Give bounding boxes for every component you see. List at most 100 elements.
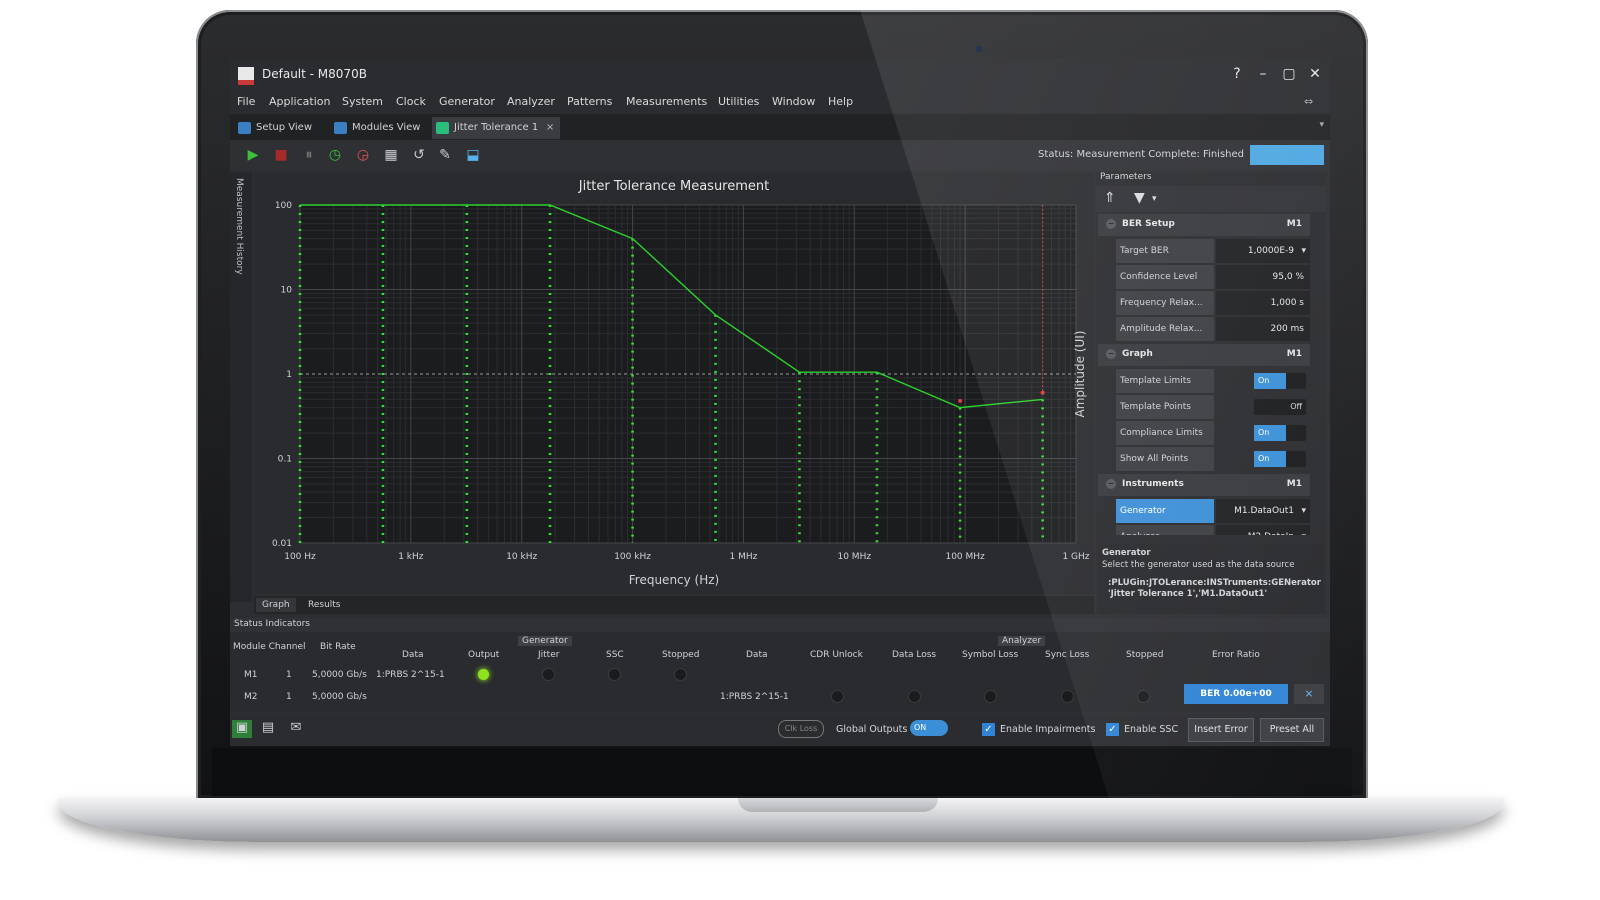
enable-impairments-checkbox[interactable]: ✓ <box>982 723 995 736</box>
global-outputs-toggle[interactable]: ON <box>910 720 948 736</box>
tab-graph[interactable]: Graph <box>256 598 296 612</box>
param-show-all-points[interactable]: Show All Points On <box>1116 447 1310 471</box>
param-analyzer[interactable]: Analyzer M2.DataIn <box>1116 525 1310 535</box>
tab-overflow-icon[interactable]: ▾ <box>1319 120 1324 130</box>
collapse-icon[interactable]: − <box>1106 349 1116 359</box>
chart-title: Jitter Tolerance Measurement <box>578 179 770 194</box>
tab-label: Jitter Tolerance 1 <box>454 122 539 133</box>
param-label: Template Limits <box>1116 369 1214 393</box>
section-ber-setup[interactable]: − BER Setup M1 <box>1098 214 1310 236</box>
collapse-all-icon[interactable]: ⇑ <box>1104 190 1116 206</box>
menu-system[interactable]: System <box>342 95 383 108</box>
pause-icon[interactable]: ⏸ <box>300 146 318 164</box>
reset-clock-icon[interactable]: ◶ <box>354 146 372 164</box>
preset-all-button[interactable]: Preset All <box>1260 718 1324 742</box>
save-results-icon[interactable]: ⬓ <box>464 146 482 164</box>
filter-icon[interactable]: ▼ <box>1134 190 1145 206</box>
close-button[interactable]: ✕ <box>1304 64 1326 84</box>
ber-readout[interactable]: BER 0.00e+00 <box>1184 684 1288 704</box>
target-ber-select[interactable]: 1,0000E-9 <box>1216 239 1310 263</box>
param-target-ber[interactable]: Target BER 1,0000E-9 <box>1116 239 1310 263</box>
log-view-icon[interactable]: ▤ <box>258 720 278 738</box>
document-tabs: Setup View Modules View Jitter Tolerance… <box>230 114 1330 140</box>
section-graph[interactable]: − Graph M1 <box>1098 344 1310 366</box>
menu-generator[interactable]: Generator <box>439 95 495 108</box>
close-tab-icon[interactable]: × <box>546 117 554 139</box>
menu-utilities[interactable]: Utilities <box>718 95 759 108</box>
show-all-points-toggle[interactable]: On <box>1254 451 1306 467</box>
tab-results[interactable]: Results <box>302 598 347 612</box>
section-instruments[interactable]: − Instruments M1 <box>1098 474 1310 496</box>
generator-group-label: Generator <box>518 636 572 646</box>
toggle-state: On <box>1254 373 1286 389</box>
undo-icon[interactable]: ↺ <box>410 146 428 164</box>
param-label: Generator <box>1116 499 1214 523</box>
error-ratio-chart-icon[interactable]: ⨯ <box>1294 684 1324 704</box>
param-amplitude-relax[interactable]: Amplitude Relax... 200 ms <box>1116 317 1310 341</box>
collapse-icon[interactable]: − <box>1106 219 1116 229</box>
generator-select[interactable]: M1.DataOut1 <box>1216 499 1310 523</box>
param-label: Compliance Limits <box>1116 421 1214 445</box>
parameters-header: Parameters <box>1100 172 1152 182</box>
col-ana-sync-loss: Sync Loss <box>1045 650 1090 660</box>
menu-help[interactable]: Help <box>828 95 853 108</box>
enable-ssc-checkbox[interactable]: ✓ <box>1106 723 1119 736</box>
menu-clock[interactable]: Clock <box>396 95 426 108</box>
stop-icon[interactable]: ■ <box>272 146 290 164</box>
param-template-points[interactable]: Template Points Off <box>1116 395 1310 419</box>
row-m1-data: 1:PRBS 2^15-1 <box>376 670 445 680</box>
row-m1-module: M1 <box>244 670 258 680</box>
frequency-relax-input[interactable]: 1,000 s <box>1216 291 1310 315</box>
edit-document-icon[interactable]: ✎ <box>436 146 454 164</box>
grid-settings-icon[interactable]: ▦ <box>382 146 400 164</box>
x-tick-label: 100 kHz <box>614 552 651 562</box>
collapse-icon[interactable]: − <box>1106 479 1116 489</box>
template-limits-toggle[interactable]: On <box>1254 373 1306 389</box>
chart-panel: 100 Hz 1 kHz 10 kHz 100 kHz 1 MHz 10 MHz 100 M… <box>254 172 1094 594</box>
menu-file[interactable]: File <box>237 95 255 108</box>
menu-measurements[interactable]: Measurements <box>626 95 707 108</box>
menu-window[interactable]: Window <box>772 95 815 108</box>
parameters-toolbar: ⇑ ▼ ▾ <box>1096 186 1326 212</box>
insert-error-button[interactable]: Insert Error <box>1188 718 1254 742</box>
param-compliance-limits[interactable]: Compliance Limits On <box>1116 421 1310 445</box>
refresh-green-icon[interactable]: ◷ <box>326 146 344 164</box>
maximize-button[interactable]: ▢ <box>1278 64 1300 84</box>
param-frequency-relax[interactable]: Frequency Relax... 1,000 s <box>1116 291 1310 315</box>
section-module: M1 <box>1286 219 1302 229</box>
tab-modules-view[interactable]: Modules View <box>330 117 420 139</box>
param-label: Template Points <box>1116 395 1214 419</box>
param-generator[interactable]: Generator M1.DataOut1 <box>1116 499 1310 523</box>
param-confidence-level[interactable]: Confidence Level 95,0 % <box>1116 265 1310 289</box>
ssc-led <box>609 669 620 680</box>
toggle-state: Off <box>1290 402 1302 411</box>
output-led <box>478 669 489 680</box>
analyzer-select[interactable]: M2.DataIn <box>1216 525 1310 535</box>
tab-setup-view[interactable]: Setup View <box>234 117 312 139</box>
status-indicator-view-icon[interactable]: ▣ <box>232 720 252 738</box>
graph-tab-icon <box>436 122 449 134</box>
measurement-status-text: Status: Measurement Complete: Finished <box>1038 149 1244 160</box>
menu-analyzer[interactable]: Analyzer <box>507 95 555 108</box>
filter-dropdown-icon[interactable]: ▾ <box>1152 194 1157 204</box>
tab-jitter-tolerance[interactable]: Jitter Tolerance 1 × <box>432 117 561 139</box>
menu-patterns[interactable]: Patterns <box>567 95 612 108</box>
parameter-description: Generator Select the generator used as t… <box>1098 544 1324 614</box>
confidence-level-input[interactable]: 95,0 % <box>1216 265 1310 289</box>
menu-application[interactable]: Application <box>269 95 330 108</box>
pin-layout-icon[interactable]: ⇔ <box>1304 95 1313 108</box>
measurement-history-panel[interactable]: Measurement History <box>230 172 252 602</box>
amplitude-relax-input[interactable]: 200 ms <box>1216 317 1310 341</box>
section-module: M1 <box>1286 479 1302 489</box>
template-points-toggle[interactable]: Off <box>1254 399 1306 415</box>
param-template-limits[interactable]: Template Limits On <box>1116 369 1310 393</box>
compliance-limits-toggle[interactable]: On <box>1254 425 1306 441</box>
messages-icon[interactable]: ✉ <box>286 720 306 738</box>
help-button[interactable]: ? <box>1226 64 1248 84</box>
col-ana-data-loss: Data Loss <box>892 650 937 660</box>
col-ana-error-ratio: Error Ratio <box>1212 650 1260 660</box>
x-axis-label: Frequency (Hz) <box>629 573 720 587</box>
minimize-button[interactable]: – <box>1252 64 1274 84</box>
run-icon[interactable]: ▶ <box>244 146 262 164</box>
y-tick-label: 1 <box>286 370 292 380</box>
